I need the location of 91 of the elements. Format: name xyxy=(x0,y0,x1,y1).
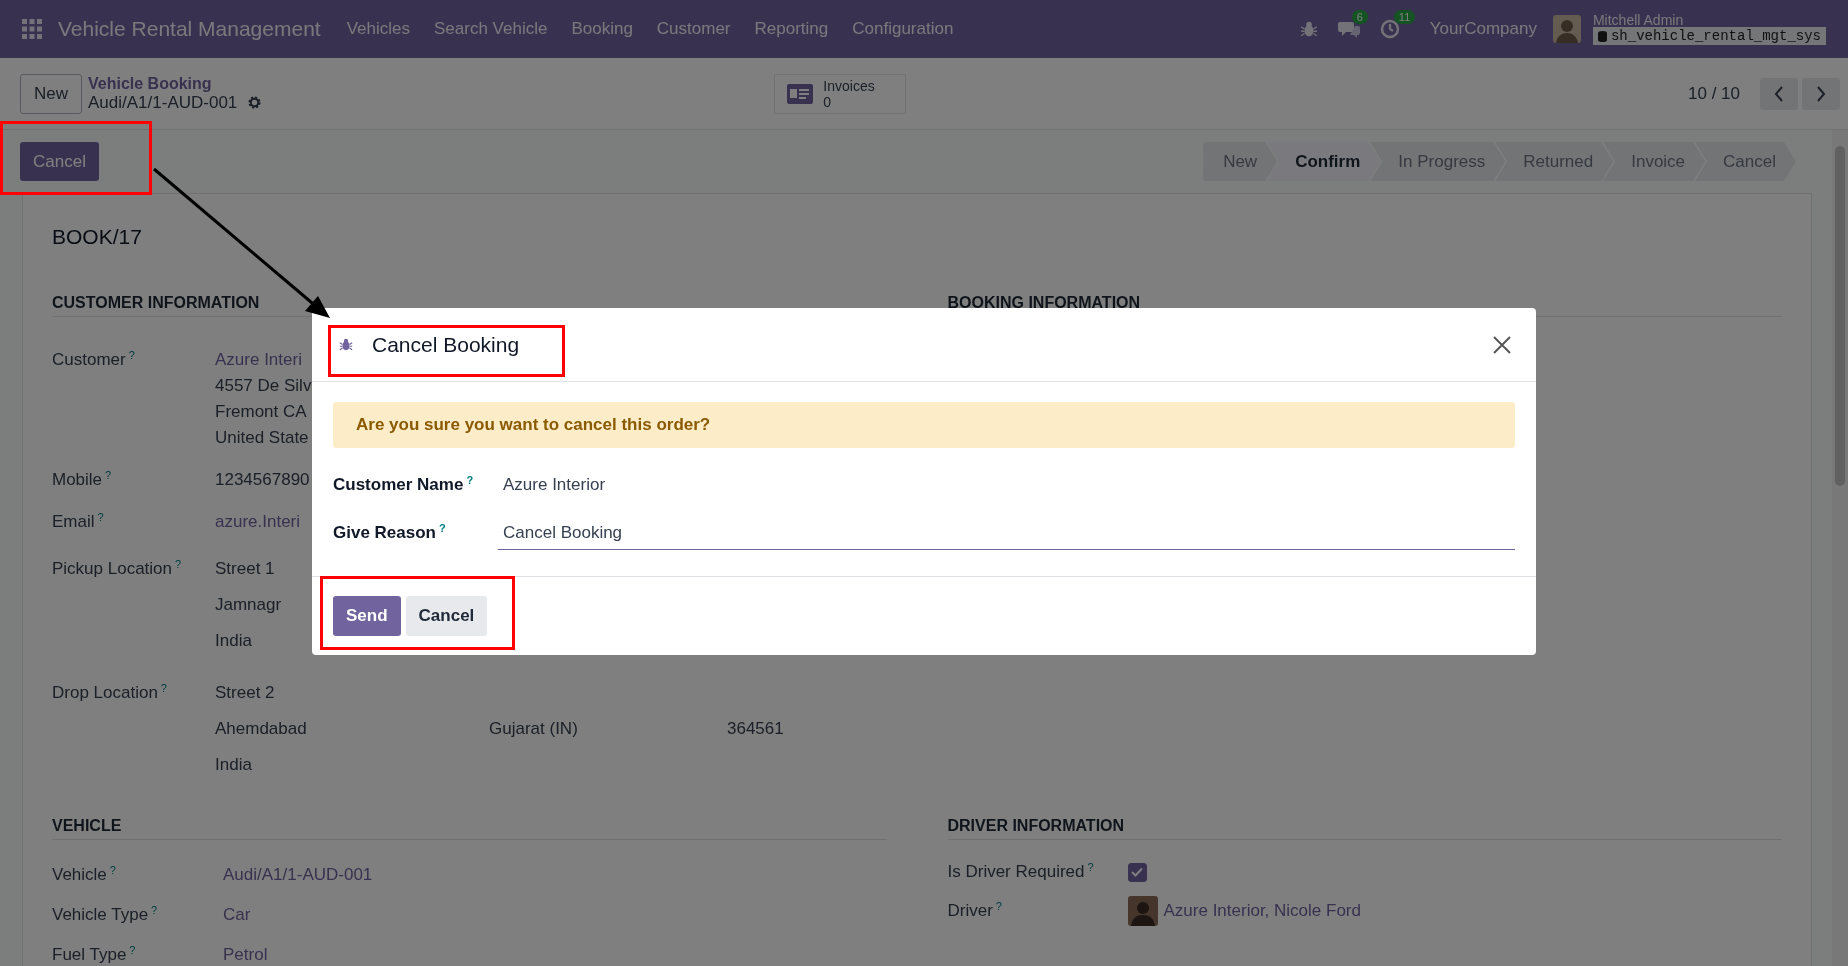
new-button[interactable]: New xyxy=(20,73,82,114)
section-heading: DRIVER INFORMATION xyxy=(947,817,1782,840)
invoices-smart-button[interactable]: Invoices 0 xyxy=(774,73,907,114)
field-label: Give Reason xyxy=(333,523,436,542)
status-step[interactable]: Returned xyxy=(1495,142,1614,181)
bug-icon[interactable] xyxy=(1299,20,1318,38)
cancel-button[interactable]: Cancel xyxy=(20,142,99,181)
menu-item[interactable]: Reporting xyxy=(754,19,829,39)
next-button[interactable] xyxy=(1802,77,1840,110)
field-label: Mobile xyxy=(52,470,103,489)
field-value: 1234567890 xyxy=(215,469,310,491)
field-value: Fremont CA xyxy=(215,401,307,423)
chevron-right-icon xyxy=(1816,85,1826,102)
help-mark[interactable]: ? xyxy=(439,522,446,534)
field-value: 4557 De Silv xyxy=(215,375,312,397)
help-mark[interactable]: ? xyxy=(109,864,116,876)
clock-icon[interactable] xyxy=(1379,19,1400,39)
field-value: India xyxy=(215,754,252,776)
section-heading: VEHICLE xyxy=(52,817,887,840)
field-label: Is Driver Required xyxy=(947,862,1085,881)
field-label: Email xyxy=(52,512,95,531)
driver-avatar-icon xyxy=(1127,896,1158,926)
field-label: Vehicle xyxy=(52,865,107,884)
menu-item[interactable]: Search Vehicle xyxy=(434,19,548,39)
field-link[interactable]: Azure Interior, Nicole Ford xyxy=(1163,901,1361,921)
status-step[interactable]: Confirm xyxy=(1267,142,1381,181)
dialog-title: Cancel Booking xyxy=(372,332,520,357)
help-mark[interactable]: ? xyxy=(995,900,1002,912)
help-mark[interactable]: ? xyxy=(151,904,158,916)
field-value: Street 2 xyxy=(215,682,275,704)
field-link[interactable]: Azure Interi xyxy=(215,347,302,373)
user-name[interactable]: Mitchell Admin xyxy=(1592,13,1826,27)
help-mark[interactable]: ? xyxy=(466,474,474,486)
activity-count-badge: 11 xyxy=(1393,10,1416,24)
status-step[interactable]: Cancel xyxy=(1695,142,1796,181)
app-name[interactable]: Vehicle Rental Management xyxy=(58,17,321,41)
field-value: 364561 xyxy=(727,718,784,740)
field-value: Street 1 xyxy=(215,558,275,580)
send-button[interactable]: Send xyxy=(333,596,401,636)
field-value: Azure Interior xyxy=(502,475,606,495)
record-title: Audi/A1/1-AUD-001 xyxy=(88,92,238,113)
user-avatar-icon[interactable] xyxy=(1552,15,1581,43)
check-icon xyxy=(1131,867,1143,877)
apps-menu-icon[interactable] xyxy=(22,19,42,39)
gear-icon[interactable] xyxy=(247,95,263,110)
help-mark[interactable]: ? xyxy=(105,469,112,481)
close-icon[interactable] xyxy=(1492,334,1512,355)
field-label: Pickup Location xyxy=(52,559,173,578)
menu-item[interactable]: Vehicles xyxy=(346,19,410,39)
field-value: India xyxy=(215,630,252,652)
field-label: Fuel Type xyxy=(52,945,127,964)
bug-icon xyxy=(339,337,353,352)
field-label: Customer Name xyxy=(333,475,464,494)
help-mark[interactable]: ? xyxy=(160,682,167,694)
field-label: Vehicle Type xyxy=(52,905,149,924)
field-label: Drop Location xyxy=(52,683,158,702)
help-mark[interactable]: ? xyxy=(97,511,104,523)
pager-value[interactable]: 10 / 10 xyxy=(1688,83,1740,104)
message-count-badge: 6 xyxy=(1351,10,1368,24)
database-icon xyxy=(1597,30,1607,42)
help-mark[interactable]: ? xyxy=(175,558,182,570)
id-card-icon xyxy=(787,83,814,104)
field-link[interactable]: Audi/A1/1-AUD-001 xyxy=(223,862,373,888)
field-value: Gujarat (IN) xyxy=(489,718,579,740)
warning-alert: Are you sure you want to cancel this order? xyxy=(333,402,1515,448)
field-link[interactable]: azure.Interi xyxy=(215,509,301,535)
menu-item[interactable]: Booking xyxy=(571,19,633,39)
company-switcher[interactable]: YourCompany xyxy=(1429,19,1537,39)
help-mark[interactable]: ? xyxy=(1087,861,1094,873)
record-reference: BOOK/17 xyxy=(52,225,143,249)
field-label: Customer xyxy=(52,350,126,369)
field-label: Driver xyxy=(947,901,993,920)
chevron-left-icon xyxy=(1774,85,1784,102)
field-value: United State xyxy=(215,427,309,449)
previous-button[interactable] xyxy=(1760,77,1798,110)
breadcrumb-link[interactable]: Vehicle Booking xyxy=(88,74,263,93)
database-name: sh_vehicle_rental_mgt_sys xyxy=(1610,28,1821,44)
scrollbar[interactable] xyxy=(1832,130,1848,966)
help-mark[interactable]: ? xyxy=(128,349,135,361)
field-link[interactable]: Petrol xyxy=(223,942,268,966)
cancel-button[interactable]: Cancel xyxy=(405,596,488,636)
status-step[interactable]: In Progress xyxy=(1370,142,1506,181)
field-value: Jamnagr xyxy=(215,594,282,616)
scrollbar-thumb[interactable] xyxy=(1835,146,1845,486)
menu-item[interactable]: Customer xyxy=(656,19,731,39)
help-mark[interactable]: ? xyxy=(129,944,136,956)
chat-icon[interactable] xyxy=(1337,19,1360,39)
menu-item[interactable]: Configuration xyxy=(852,19,954,39)
field-link[interactable]: Car xyxy=(223,902,251,928)
checkbox[interactable] xyxy=(1127,862,1147,882)
field-value: Ahemdabad xyxy=(215,718,308,740)
